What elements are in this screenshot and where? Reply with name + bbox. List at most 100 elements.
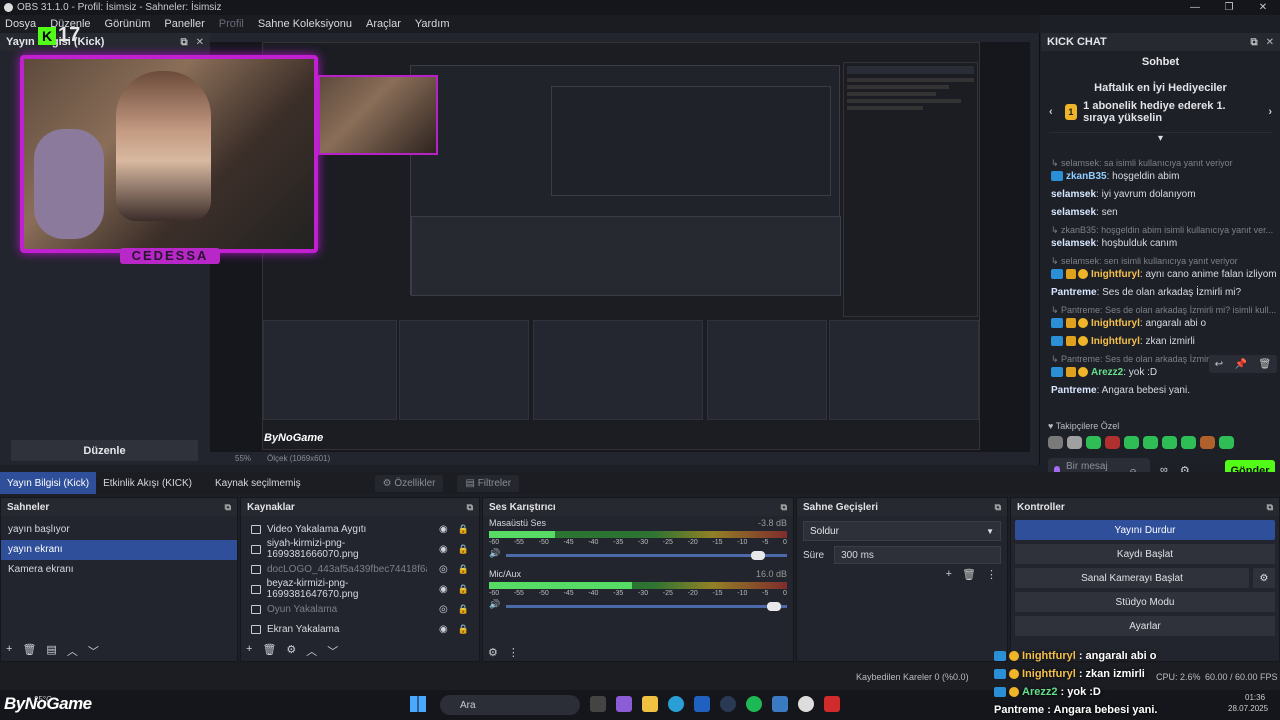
- chevron-up-icon[interactable]: ︿: [67, 643, 78, 659]
- emote-icon[interactable]: [1200, 436, 1215, 449]
- edge-icon[interactable]: [668, 696, 684, 712]
- chevron-down-icon[interactable]: ﹀: [88, 643, 99, 659]
- emote-icon[interactable]: [1067, 436, 1082, 449]
- menu-file[interactable]: Dosya: [5, 18, 36, 30]
- app-icon[interactable]: [824, 696, 840, 712]
- chat-username[interactable]: zkanB35: [1066, 171, 1107, 182]
- emote-icon[interactable]: [1162, 436, 1177, 449]
- chat-tab[interactable]: Sohbet: [1041, 51, 1280, 73]
- emote-icon[interactable]: [1181, 436, 1196, 449]
- emote-icon[interactable]: [1086, 436, 1101, 449]
- obs-icon[interactable]: [798, 696, 814, 712]
- app-icon[interactable]: [772, 696, 788, 712]
- folder-icon[interactable]: [642, 696, 658, 712]
- zoom-level[interactable]: 55%: [235, 454, 251, 463]
- menu-view[interactable]: Görünüm: [105, 18, 151, 30]
- source-item[interactable]: docLOGO_443af5a439fbec74418f6a5b0dd0◎🔒: [241, 559, 479, 579]
- source-item[interactable]: siyah-kirmizi-png-1699381666070.png ◉ 🔒: [241, 538, 479, 560]
- chat-message[interactable]: ↳ selamsek: sen isimli kullanıcıya yanıt…: [1051, 255, 1277, 281]
- float-icon[interactable]: ⧉: [225, 502, 237, 513]
- float-icon[interactable]: ⧉: [1267, 502, 1279, 513]
- source-item[interactable]: Oyun Yakalama ◎ 🔒: [241, 599, 479, 619]
- collapse-icon[interactable]: ▾: [1041, 133, 1280, 144]
- float-icon[interactable]: ⧉: [781, 502, 793, 513]
- lock-icon[interactable]: 🔒: [458, 584, 469, 595]
- close-dock-icon[interactable]: ✕: [1266, 37, 1274, 48]
- emote-icon[interactable]: [1048, 436, 1063, 449]
- chat-username[interactable]: Inightfuryl: [1091, 318, 1140, 329]
- edit-button[interactable]: Düzenle: [11, 440, 198, 461]
- tab-stream-info[interactable]: Yayın Bilgisi (Kick): [0, 472, 97, 494]
- eye-icon[interactable]: ◉: [439, 524, 448, 535]
- menu-help[interactable]: Yardım: [415, 18, 450, 30]
- filters-button[interactable]: ▤ Filtreler: [457, 474, 520, 492]
- source-item[interactable]: Ekran Yakalama ◉ 🔒: [241, 619, 479, 639]
- chat-message[interactable]: selamsek: sen: [1051, 206, 1277, 219]
- chat-username[interactable]: Pantreme: [1051, 385, 1097, 396]
- chevron-right-icon[interactable]: ›: [1268, 106, 1272, 118]
- gear-icon[interactable]: ⚙: [1253, 568, 1275, 588]
- maximize-icon[interactable]: ❐: [1212, 0, 1246, 15]
- filter-icon[interactable]: ▤: [46, 643, 56, 659]
- add-icon[interactable]: +: [246, 643, 252, 659]
- gear-icon[interactable]: ⚙: [488, 646, 498, 659]
- volume-slider[interactable]: [506, 602, 787, 611]
- eye-icon[interactable]: ◎: [439, 564, 448, 575]
- lock-icon[interactable]: 🔒: [458, 604, 469, 615]
- chat-message[interactable]: Pantreme: Ses de olan arkadaş İzmirli mi…: [1051, 286, 1277, 299]
- stop-streaming-button[interactable]: Yayını Durdur: [1015, 520, 1275, 540]
- add-icon[interactable]: +: [6, 643, 12, 659]
- chat-username[interactable]: Inightfuryl: [1091, 269, 1140, 280]
- eye-icon[interactable]: ◉: [439, 584, 448, 595]
- menu-profile[interactable]: Profil: [219, 18, 244, 30]
- more-icon[interactable]: ⋮: [508, 646, 519, 659]
- float-icon[interactable]: ⧉: [1250, 37, 1257, 48]
- chat-username[interactable]: selamsek: [1051, 207, 1096, 218]
- chevron-down-icon[interactable]: ﹀: [327, 643, 338, 659]
- trash-icon[interactable]: 🗑: [22, 643, 36, 659]
- chevron-up-icon[interactable]: ︿: [306, 643, 317, 659]
- chat-message[interactable]: ↳ zkanB35: hoşgeldin abim isimli kullanı…: [1051, 224, 1277, 250]
- scale-level[interactable]: Ölçek (1069x601): [267, 454, 330, 463]
- lock-icon[interactable]: 🔒: [458, 544, 469, 555]
- tab-activity-feed[interactable]: Etkinlik Akışı (KICK): [96, 472, 199, 494]
- float-icon[interactable]: ⧉: [180, 37, 187, 48]
- eye-icon[interactable]: ◉: [439, 544, 448, 555]
- scene-item[interactable]: yayın başlıyor: [1, 520, 237, 540]
- reply-icon[interactable]: ↩: [1215, 359, 1223, 370]
- minimize-icon[interactable]: —: [1178, 0, 1212, 15]
- duration-input[interactable]: 300 ms: [834, 546, 1001, 564]
- start-recording-button[interactable]: Kaydı Başlat: [1015, 544, 1275, 564]
- emote-icon[interactable]: [1105, 436, 1120, 449]
- chat-message[interactable]: selamsek: iyi yavrum dolanıyom: [1051, 188, 1277, 201]
- windows-start-icon[interactable]: [410, 696, 426, 712]
- speaker-icon[interactable]: 🔊: [489, 599, 500, 610]
- source-item[interactable]: beyaz-kirmizi-png-1699381647670.png ◉ 🔒: [241, 578, 479, 600]
- transition-select[interactable]: Soldur ▼: [803, 521, 1001, 541]
- start-virtual-camera-button[interactable]: Sanal Kamerayı Başlat: [1015, 568, 1249, 588]
- app-icon[interactable]: [694, 696, 710, 712]
- gear-icon[interactable]: ⚙: [286, 643, 296, 659]
- source-item[interactable]: Video Yakalama Aygıtı ◉ 🔒: [241, 519, 479, 539]
- menu-scene-collection[interactable]: Sahne Koleksiyonu: [258, 18, 352, 30]
- chevron-left-icon[interactable]: ‹: [1049, 106, 1053, 118]
- chat-message[interactable]: ↳ Pantreme: Ses de olan arkadaş İzmirli …: [1051, 304, 1277, 330]
- scene-item[interactable]: yayın ekranı: [1, 540, 237, 560]
- chat-username[interactable]: Inightfuryl: [1091, 336, 1140, 347]
- chat-username[interactable]: Arezz2: [1091, 367, 1123, 378]
- lock-icon[interactable]: 🔒: [458, 524, 469, 535]
- speaker-icon[interactable]: 🔊: [489, 548, 500, 559]
- taskbar-search[interactable]: Ara: [440, 695, 580, 715]
- more-icon[interactable]: ⋮: [986, 568, 997, 581]
- steam-icon[interactable]: [720, 696, 736, 712]
- studio-mode-button[interactable]: Stüdyo Modu: [1015, 592, 1275, 612]
- chat-message[interactable]: Inightfuryl: zkan izmirli: [1051, 335, 1277, 348]
- chat-username[interactable]: Pantreme: [1051, 287, 1097, 298]
- chat-username[interactable]: selamsek: [1051, 189, 1096, 200]
- trash-icon[interactable]: 🗑: [262, 643, 276, 659]
- chat-username[interactable]: selamsek: [1051, 238, 1096, 249]
- lock-icon[interactable]: 🔒: [458, 624, 469, 635]
- close-dock-icon[interactable]: ✕: [196, 37, 204, 48]
- menu-tools[interactable]: Araçlar: [366, 18, 401, 30]
- app-icon[interactable]: [616, 696, 632, 712]
